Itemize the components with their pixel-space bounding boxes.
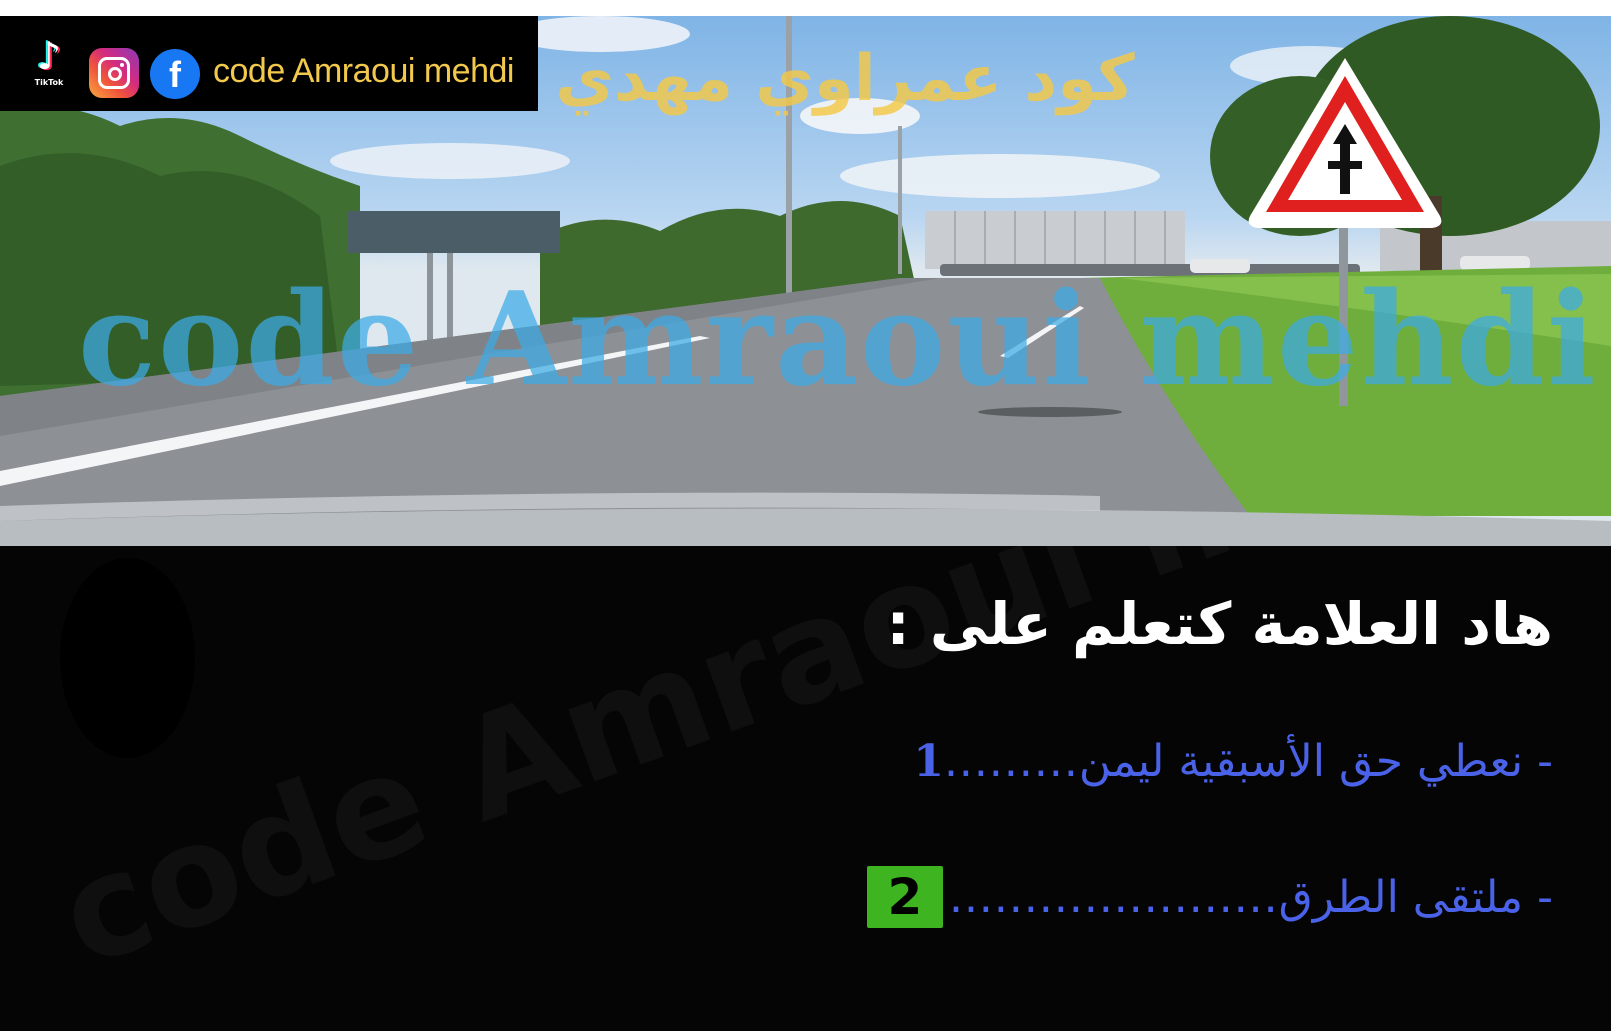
answer-2-number-badge: 2 (866, 866, 943, 928)
instagram-flash-dot (120, 63, 124, 67)
arabic-watermark: كود عمراوي مهدي (555, 42, 1135, 116)
instagram-lens (108, 67, 122, 81)
tiktok-label: TikTok (34, 78, 64, 87)
question-panel: code Amraoui mehdi هاد العلامة كتعلم على… (0, 546, 1611, 1031)
channel-name: code Amraoui mehdi (213, 52, 514, 90)
branding-bar: ♪ TikTok f code Amraoui mehdi (0, 16, 538, 111)
answer-option-2[interactable]: - ملتقى الطرق ...................... 2 (866, 866, 1553, 928)
question-text: هاد العلامة كتعلم على : (886, 590, 1553, 658)
instagram-camera-outline (98, 57, 130, 89)
facebook-icon[interactable]: f (150, 49, 200, 99)
answer-1-dots: ......... (943, 736, 1079, 787)
answer-1-text: - نعطي حق الأسبقية ليمن (1078, 736, 1553, 787)
tiktok-glyph: ♪ (36, 34, 62, 78)
dark-oval-shape (60, 558, 195, 758)
answer-option-1[interactable]: - نعطي حق الأسبقية ليمن ......... 1 (913, 736, 1553, 787)
instagram-icon[interactable] (89, 48, 139, 98)
answer-2-text: - ملتقى الطرق (1278, 871, 1553, 923)
tiktok-icon[interactable]: ♪ TikTok (24, 34, 74, 94)
answer-1-number: 1 (913, 736, 944, 787)
answer-2-dots: ...................... (948, 871, 1279, 923)
latin-watermark: code Amraoui mehdi (78, 265, 1598, 415)
